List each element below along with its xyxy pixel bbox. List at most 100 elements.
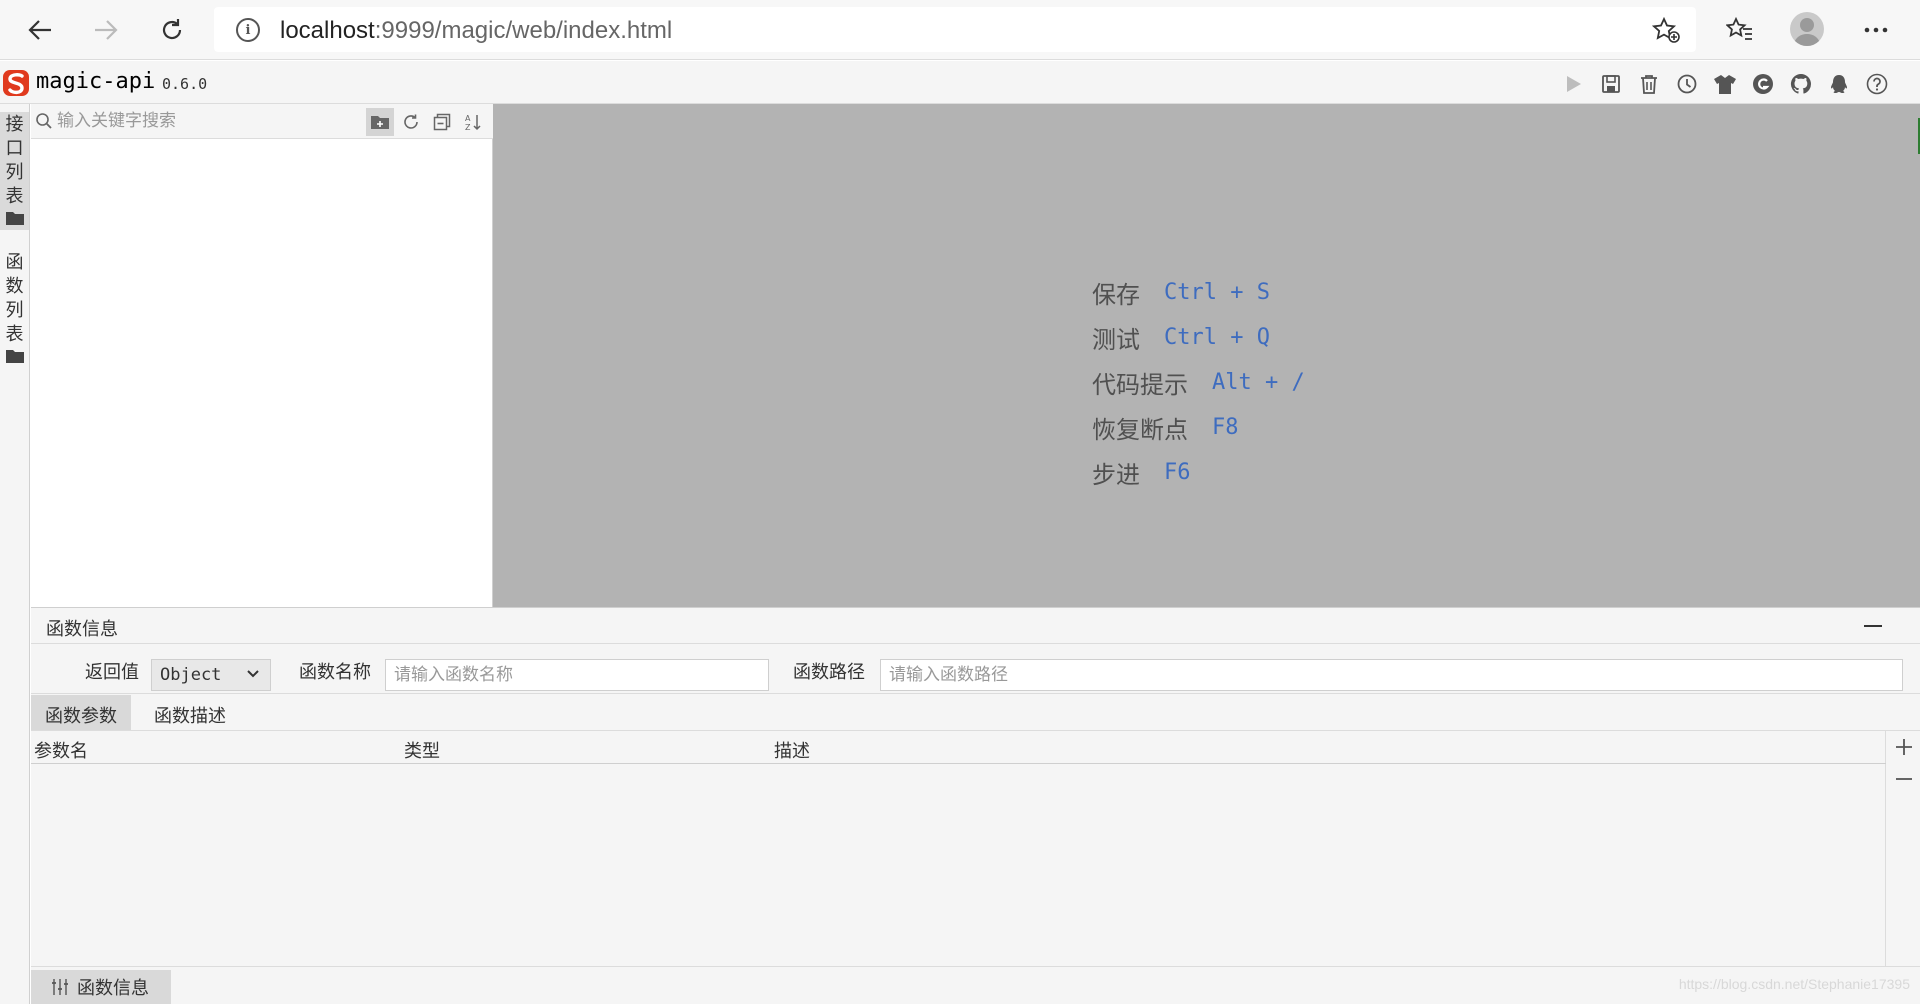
new-group-button[interactable] (366, 108, 394, 136)
sort-az-icon: AZ (465, 114, 481, 131)
column-header-param-name: 参数名 (34, 741, 88, 761)
tab-char: 口 (5, 138, 24, 158)
function-path-input[interactable] (880, 659, 1903, 691)
github-button[interactable] (1786, 69, 1816, 99)
tab-char: 函 (5, 252, 24, 272)
tab-function-info[interactable]: 函数信息 (31, 970, 171, 1004)
params-side-actions (1886, 731, 1920, 966)
more-menu-button[interactable] (1856, 10, 1896, 50)
refresh-button[interactable] (152, 10, 192, 50)
tab-function-list[interactable]: 函 数 列 表 (0, 250, 29, 368)
sliders-icon (52, 979, 68, 995)
star-add-icon (1651, 16, 1680, 43)
help-button[interactable] (1862, 69, 1892, 99)
tab-char: 数 (5, 276, 24, 296)
return-type-value: Object (160, 665, 222, 685)
bottom-tab-label: 函数信息 (77, 978, 149, 998)
bottom-tab-bar: 函数信息 (31, 966, 1920, 1004)
shortcut-row: 代码提示 Alt + / (1092, 370, 1305, 399)
function-path-label: 函数路径 (793, 662, 865, 682)
column-header-description: 描述 (774, 741, 810, 761)
function-tree-panel: AZ (31, 104, 493, 607)
app-title: magic-api (36, 69, 156, 94)
tab-char: 表 (5, 324, 24, 344)
app-version: 0.6.0 (162, 75, 208, 93)
refresh-icon (162, 19, 182, 40)
gitee-button[interactable] (1748, 69, 1778, 99)
sort-button[interactable]: AZ (459, 108, 487, 136)
magic-api-logo-icon (3, 70, 29, 96)
more-dots-icon (1864, 27, 1888, 33)
collapse-all-button[interactable] (428, 108, 456, 136)
save-icon (1602, 75, 1620, 93)
tab-api-list[interactable]: 接 口 列 表 (0, 112, 29, 230)
svg-text:Z: Z (465, 123, 471, 131)
help-icon (1866, 73, 1888, 95)
shortcut-row: 恢复断点 F8 (1092, 415, 1239, 444)
editor-placeholder: 保存 Ctrl + S 测试 Ctrl + Q 代码提示 Alt + / 恢复断点 F8… (493, 104, 1920, 607)
tab-char: 表 (5, 186, 24, 206)
params-table: 参数名 类型 描述 (31, 731, 1886, 966)
minimize-panel-button[interactable] (1864, 625, 1882, 627)
forward-arrow-icon (95, 20, 118, 40)
params-table-header: 参数名 类型 描述 (31, 731, 1886, 764)
history-button[interactable] (1672, 69, 1702, 99)
folder-icon (5, 212, 24, 225)
address-bar[interactable]: i localhost:9999/magic/web/index.html (214, 7, 1696, 52)
run-button[interactable] (1558, 69, 1588, 99)
function-info-panel: 函数信息 返回值 Object 函数名称 函数路径 函数参数 函数描述 参数名 … (31, 607, 1920, 1004)
skin-icon (1714, 75, 1736, 94)
browser-toolbar: i localhost:9999/magic/web/index.html (0, 0, 1920, 60)
tree-toolbar: AZ (31, 104, 493, 139)
add-favorite-button[interactable] (1651, 16, 1680, 48)
shortcut-row: 步进 F6 (1092, 460, 1191, 489)
shortcut-row: 测试 Ctrl + Q (1092, 325, 1270, 354)
skin-button[interactable] (1710, 69, 1740, 99)
function-name-input[interactable] (385, 659, 769, 691)
return-type-label: 返回值 (85, 662, 139, 682)
run-icon (1567, 76, 1581, 92)
remove-param-icon[interactable] (1894, 769, 1914, 789)
qq-button[interactable] (1824, 69, 1854, 99)
tab-function-description[interactable]: 函数描述 (140, 695, 240, 730)
shortcut-row: 保存 Ctrl + S (1092, 280, 1270, 309)
tab-char: 列 (5, 162, 24, 182)
panel-title-bar: 函数信息 (31, 607, 1920, 644)
back-arrow-icon (28, 20, 51, 40)
panel-title: 函数信息 (46, 619, 118, 639)
favorites-icon (1726, 17, 1752, 40)
watermark: https://blog.csdn.net/Stephanie17395 (1678, 976, 1910, 992)
save-button[interactable] (1596, 69, 1626, 99)
svg-text:A: A (465, 114, 471, 123)
delete-button[interactable] (1634, 69, 1664, 99)
function-name-label: 函数名称 (299, 662, 371, 682)
chevron-down-icon (247, 670, 259, 678)
add-param-icon[interactable] (1894, 737, 1914, 757)
app-header: magic-api 0.6.0 (0, 61, 1920, 104)
tree-search-input[interactable] (57, 109, 387, 133)
function-sub-tabs: 函数参数 函数描述 (31, 695, 1920, 731)
function-form-row: 返回值 Object 函数名称 函数路径 (31, 644, 1920, 694)
g-icon (1753, 74, 1773, 94)
user-icon (1793, 18, 1821, 46)
shortcut-hints: 保存 Ctrl + S 测试 Ctrl + Q 代码提示 Alt + / 恢复断点 F8… (1092, 270, 1305, 495)
refresh-icon (404, 114, 418, 129)
forward-button[interactable] (86, 10, 126, 50)
qq-icon (1831, 75, 1847, 93)
url-text: localhost:9999/magic/web/index.html (280, 17, 673, 44)
site-info-icon[interactable]: i (236, 18, 260, 42)
back-button[interactable] (20, 10, 60, 50)
favorites-button[interactable] (1720, 10, 1760, 50)
tab-function-params[interactable]: 函数参数 (31, 695, 131, 730)
collapse-icon (433, 113, 451, 131)
folder-add-icon (371, 116, 389, 129)
search-icon (36, 113, 52, 129)
header-toolbar (1558, 69, 1892, 99)
left-vertical-tabs: 接 口 列 表 函 数 列 表 (0, 104, 30, 1004)
profile-avatar[interactable] (1790, 12, 1824, 46)
refresh-tree-button[interactable] (397, 108, 425, 136)
github-icon (1790, 73, 1811, 94)
delete-icon (1641, 75, 1657, 94)
history-icon (1677, 74, 1697, 94)
return-type-select[interactable]: Object (151, 659, 271, 691)
